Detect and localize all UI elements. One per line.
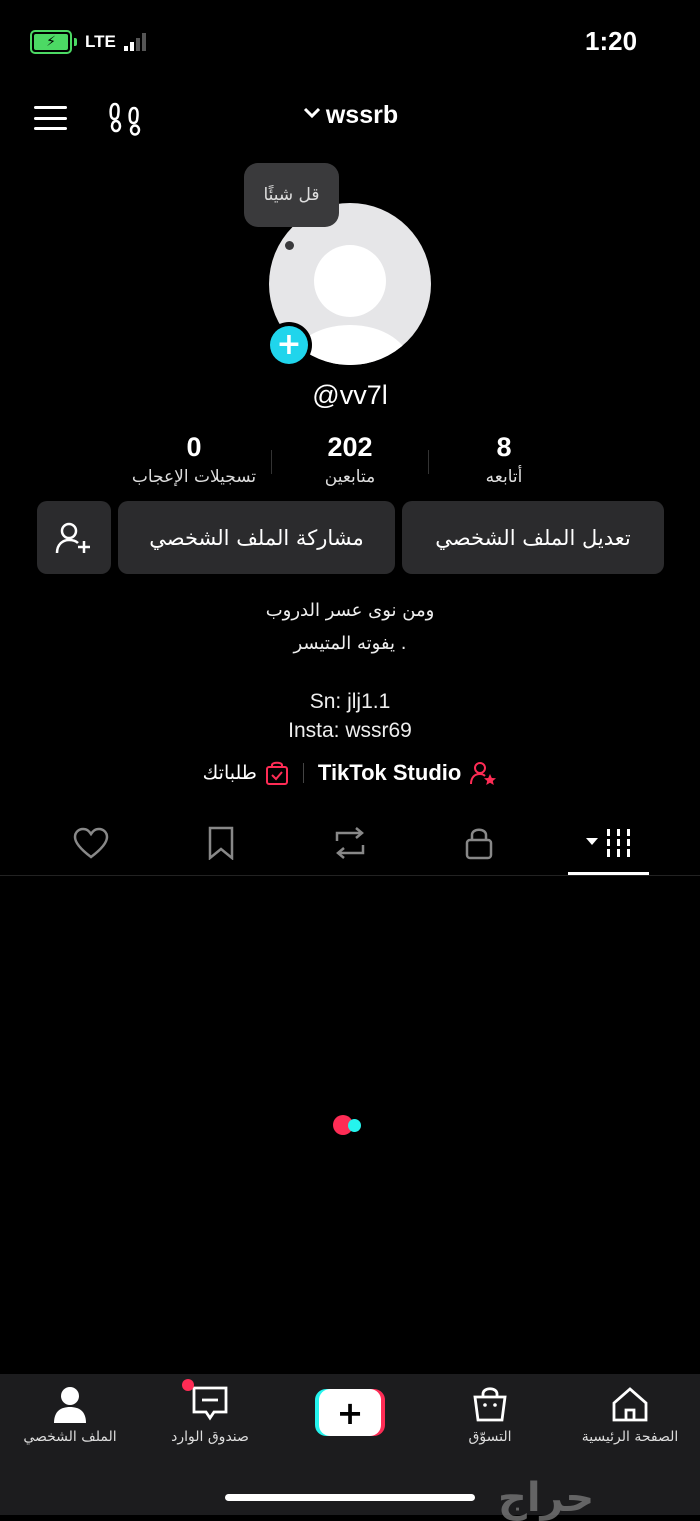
stat-following-value: 8 <box>496 432 512 462</box>
nav-profile-label: الملف الشخصي <box>23 1429 117 1445</box>
say-something-bubble[interactable]: قل شيئًا <box>244 163 339 227</box>
bookmark-icon <box>208 826 234 860</box>
username-switcher[interactable]: wssrb <box>0 101 700 130</box>
status-bar-left: ⚡ LTE <box>30 30 146 54</box>
nav-inbox-label: صندوق الوارد <box>171 1429 249 1445</box>
bio-line-1: ومن نوى عسر الدروب <box>265 600 435 621</box>
stat-following[interactable]: 8 أتابعه <box>414 432 594 487</box>
loading-indicator-cyan <box>348 1119 361 1132</box>
profile-links: طلباتك TikTok Studio <box>0 760 700 786</box>
stat-followers-label: متابعين <box>324 467 376 487</box>
nav-shop[interactable]: التسوّق <box>450 1385 530 1445</box>
profile-icon <box>54 1387 86 1423</box>
edit-profile-button[interactable]: تعديل الملف الشخصي <box>402 501 664 574</box>
battery-icon: ⚡ <box>30 30 72 54</box>
bio-line-3: Sn: jlj1.1 <box>309 690 391 713</box>
stat-likes-label: تسجيلات الإعجاب <box>131 467 257 487</box>
creator-star-icon <box>470 762 497 785</box>
stat-following-label: أتابعه <box>485 467 523 487</box>
add-friend-button[interactable] <box>37 501 111 574</box>
signal-icon <box>123 33 146 51</box>
share-profile-button[interactable]: مشاركة الملف الشخصي <box>118 501 395 574</box>
lock-icon <box>465 828 493 860</box>
home-indicator[interactable] <box>225 1494 475 1501</box>
bubble-tail <box>285 241 294 250</box>
add-user-icon <box>55 522 90 553</box>
stat-followers-value: 202 <box>327 432 373 462</box>
stat-likes-value: 0 <box>186 432 202 462</box>
nav-profile[interactable]: الملف الشخصي <box>20 1385 120 1445</box>
shopping-bag-icon <box>473 1387 507 1422</box>
status-time: 1:20 <box>585 26 638 56</box>
nav-inbox[interactable]: صندوق الوارد <box>165 1385 255 1445</box>
tab-liked[interactable] <box>66 816 116 870</box>
grid-dropdown-icon <box>586 829 630 857</box>
network-label: LTE <box>85 32 116 51</box>
repost-icon <box>335 827 365 859</box>
tab-reposts[interactable] <box>325 816 375 870</box>
home-icon <box>612 1387 648 1422</box>
create-button[interactable]: + <box>315 1389 385 1436</box>
shopping-bag-check-icon <box>265 761 288 785</box>
header-username: wssrb <box>325 101 399 129</box>
tab-private[interactable] <box>454 816 504 870</box>
orders-link[interactable]: طلباتك <box>203 760 289 786</box>
nav-shop-label: التسوّق <box>468 1429 512 1445</box>
profile-handle: @vv7l <box>312 380 388 410</box>
stat-followers[interactable]: 202 متابعين <box>260 432 440 487</box>
tab-videos[interactable] <box>578 816 638 870</box>
tabs-divider <box>0 875 700 876</box>
heart-icon <box>73 827 109 859</box>
plus-icon: + <box>270 326 308 364</box>
nav-home[interactable]: الصفحة الرئيسية <box>580 1385 680 1445</box>
studio-label: TikTok Studio <box>317 760 462 785</box>
orders-label: طلباتك <box>202 762 257 784</box>
nav-home-label: الصفحة الرئيسية <box>581 1429 679 1445</box>
bio-line-2: يفوته المتيسر . <box>293 633 407 654</box>
inbox-icon <box>192 1386 228 1421</box>
stat-likes[interactable]: 0 تسجيلات الإعجاب <box>104 432 284 487</box>
chevron-down-icon <box>302 104 322 125</box>
watermark-logo: حراج <box>498 1475 595 1521</box>
bio-line-4: Insta: wssr69 <box>288 719 412 742</box>
inbox-notification-dot <box>182 1379 194 1391</box>
tab-favorites[interactable] <box>196 816 246 870</box>
add-avatar-button[interactable]: + <box>266 322 312 368</box>
tiktok-studio-link[interactable]: TikTok Studio <box>318 760 497 786</box>
plus-icon: + <box>319 1389 381 1436</box>
